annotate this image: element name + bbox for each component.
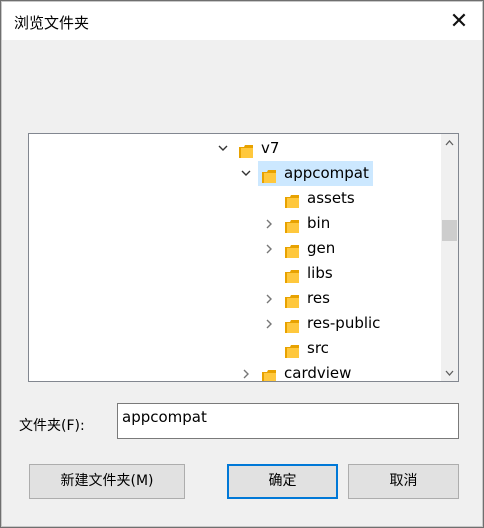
- folder-icon: [285, 217, 299, 233]
- chevron-right-icon[interactable]: [238, 361, 254, 381]
- ok-button[interactable]: 确定: [227, 464, 338, 499]
- folder-field-label: 文件夹(F):: [19, 418, 85, 434]
- folder-icon: [262, 367, 276, 381]
- tree-item-label: src: [307, 339, 329, 357]
- folder-tree[interactable]: v7 appcompat assets bin gen libs res res…: [28, 133, 459, 382]
- new-folder-button[interactable]: 新建文件夹(M): [29, 464, 185, 499]
- chevron-right-icon[interactable]: [261, 211, 277, 236]
- folder-icon: [285, 317, 299, 333]
- folder-icon: [285, 267, 299, 283]
- vertical-scrollbar[interactable]: [441, 134, 458, 381]
- chevron-right-icon[interactable]: [261, 311, 277, 336]
- browse-folder-dialog: 浏览文件夹 ✕ v7 appcompat assets bin gen libs…: [0, 0, 484, 528]
- tree-item-label: res-public: [307, 314, 381, 332]
- chevron-right-icon[interactable]: [261, 236, 277, 261]
- tree-item-label: bin: [307, 214, 331, 232]
- folder-name-input[interactable]: [117, 403, 459, 439]
- folder-icon: [262, 167, 276, 183]
- close-button[interactable]: ✕: [444, 8, 474, 36]
- chevron-down-icon[interactable]: [215, 136, 231, 161]
- tree-item-label: libs: [307, 264, 333, 282]
- dialog-title: 浏览文件夹: [14, 14, 90, 32]
- scroll-down-button[interactable]: [441, 364, 458, 381]
- tree-item-label: gen: [307, 239, 336, 257]
- tree-item-label: res: [307, 289, 330, 307]
- tree-item-label: cardview: [284, 364, 352, 382]
- tree-item-label: v7: [261, 139, 280, 157]
- chevron-down-icon[interactable]: [238, 161, 254, 186]
- folder-icon: [285, 192, 299, 208]
- chevron-down-icon: [445, 370, 454, 376]
- scrollbar-thumb[interactable]: [442, 220, 457, 241]
- scroll-up-button[interactable]: [441, 134, 458, 151]
- title-bar: 浏览文件夹 ✕: [2, 2, 482, 40]
- chevron-right-icon[interactable]: [261, 286, 277, 311]
- description-area: [29, 61, 459, 121]
- folder-icon: [239, 142, 253, 158]
- chevron-up-icon: [445, 139, 454, 145]
- close-icon: ✕: [449, 9, 469, 34]
- tree-item-label: assets: [307, 189, 355, 207]
- cancel-button[interactable]: 取消: [348, 464, 459, 499]
- folder-icon: [285, 292, 299, 308]
- folder-icon: [285, 342, 299, 358]
- folder-icon: [285, 242, 299, 258]
